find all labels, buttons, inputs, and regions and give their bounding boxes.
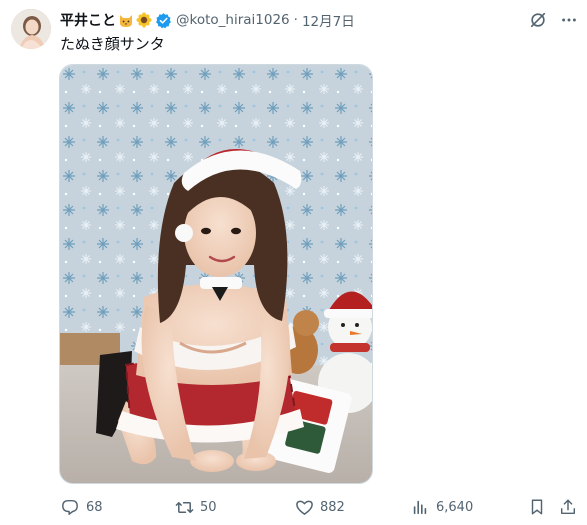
views-icon xyxy=(410,497,430,517)
tweet-text: たぬき顔サンタ xyxy=(60,35,165,53)
cat-face-icon xyxy=(117,12,134,29)
share-icon xyxy=(558,497,578,517)
view-count: 6,640 xyxy=(436,499,474,515)
like-icon xyxy=(294,497,314,517)
more-icon[interactable] xyxy=(558,9,580,31)
tweet-date[interactable]: 12月7日 xyxy=(302,10,355,30)
dot-separator: · xyxy=(293,12,298,28)
tweet-header: 平井こと @koto_hirai1026 · 12月7日 xyxy=(60,10,355,30)
grok-icon[interactable] xyxy=(527,9,549,31)
views-button[interactable]: 6,640 xyxy=(410,494,473,520)
share-button[interactable] xyxy=(558,494,578,520)
like-button[interactable]: 882 xyxy=(294,494,345,520)
reply-count: 68 xyxy=(86,499,103,515)
santa-cosplay-photo-icon xyxy=(60,65,372,483)
tweet-actions: 68 50 882 6,640 xyxy=(0,494,587,520)
repost-icon xyxy=(174,497,194,517)
avatar-image xyxy=(11,9,51,49)
display-name[interactable]: 平井こと xyxy=(60,10,116,30)
user-handle[interactable]: @koto_hirai1026 xyxy=(176,12,290,28)
sunflower-icon xyxy=(135,12,152,29)
avatar[interactable] xyxy=(11,9,51,49)
reply-icon xyxy=(60,497,80,517)
verified-badge-icon[interactable] xyxy=(155,12,172,29)
bookmark-button[interactable] xyxy=(527,494,547,520)
repost-button[interactable]: 50 xyxy=(174,494,217,520)
tweet[interactable]: 平井こと @koto_hirai1026 · 12月7日 たぬき顔サンタ 68 … xyxy=(0,0,587,525)
like-count: 882 xyxy=(320,499,345,515)
tweet-photo[interactable] xyxy=(59,64,373,484)
reply-button[interactable]: 68 xyxy=(60,494,103,520)
repost-count: 50 xyxy=(200,499,217,515)
bookmark-icon xyxy=(527,497,547,517)
